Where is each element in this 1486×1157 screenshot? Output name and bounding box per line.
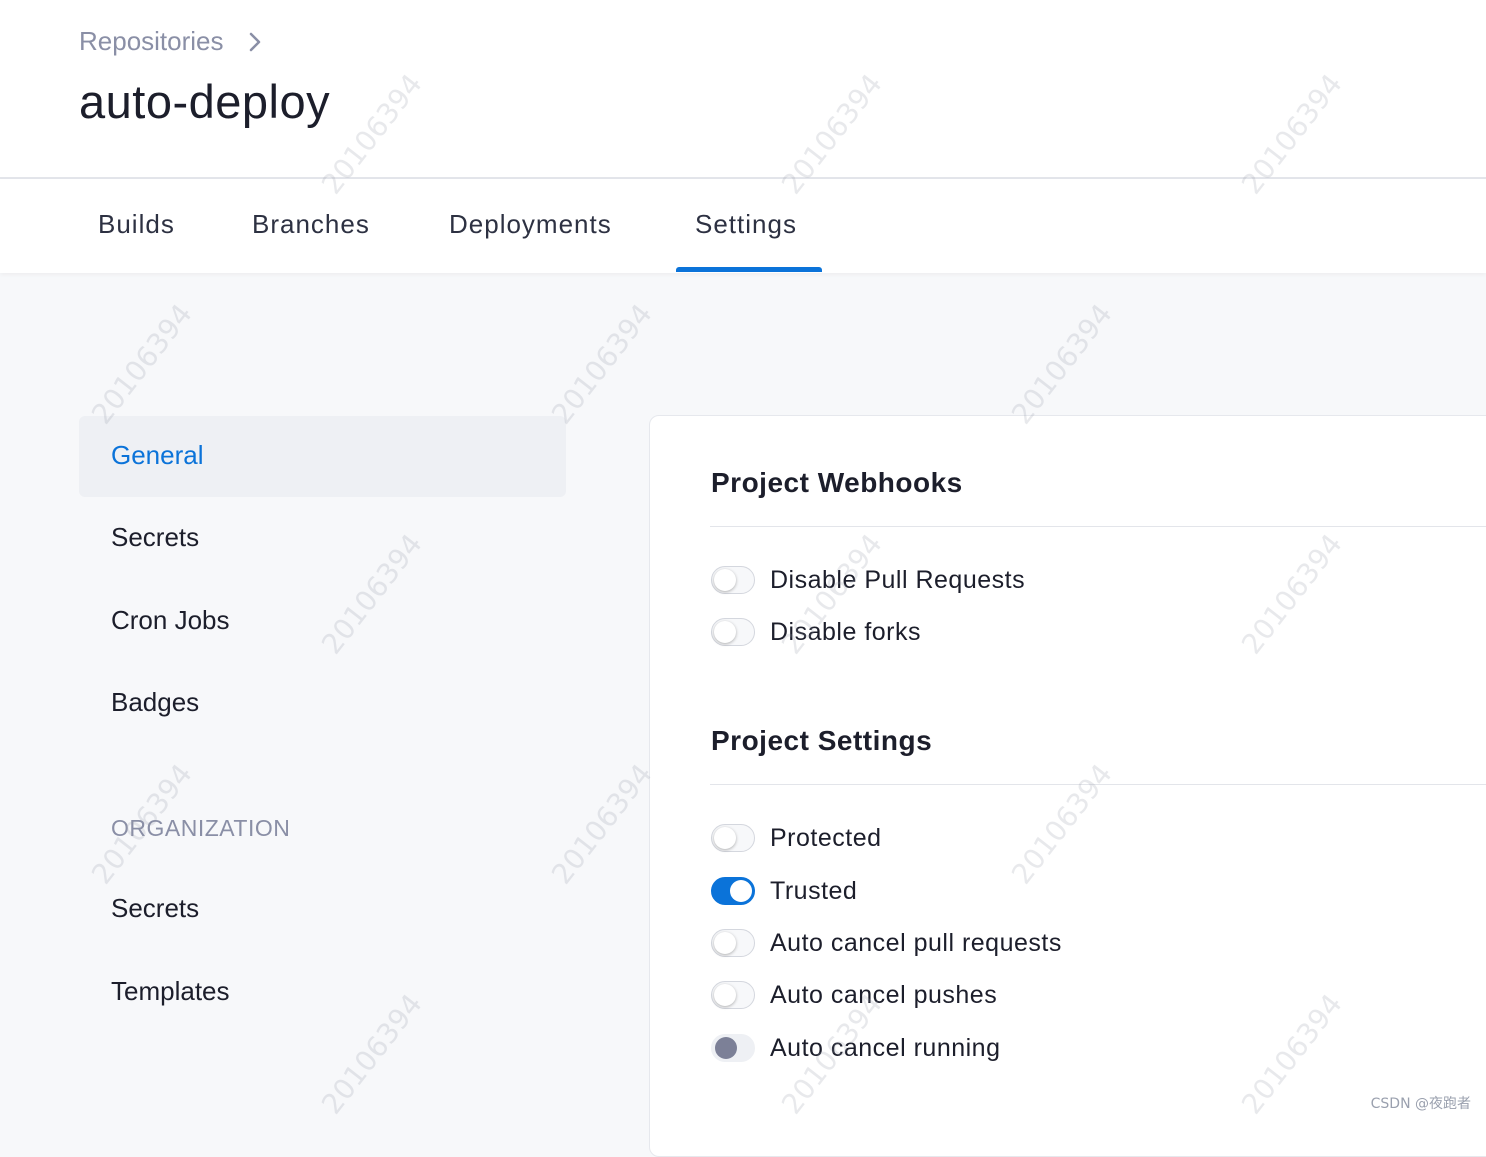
tab-builds[interactable]: Builds <box>98 209 175 240</box>
toggle-label: Trusted <box>770 876 858 905</box>
toggle-row-disable-forks: Disable forks <box>711 615 921 649</box>
toggle-row-protected: Protected <box>711 821 882 855</box>
credit-text: CSDN @夜跑者 <box>1370 1096 1471 1112</box>
trusted-toggle[interactable] <box>711 877 755 905</box>
sidebar-item-label: Secrets <box>111 893 200 923</box>
sidebar-item-org-secrets[interactable]: Secrets <box>79 869 566 950</box>
toggle-label: Auto cancel pull requests <box>770 928 1062 957</box>
toggle-row-auto-cancel-pull-requests: Auto cancel pull requests <box>711 926 1062 960</box>
disable-forks-toggle[interactable] <box>711 618 755 646</box>
tab-settings[interactable]: Settings <box>695 209 797 240</box>
sidebar-item-label: Cron Jobs <box>111 605 230 635</box>
divider <box>710 526 1486 527</box>
sidebar-item-general[interactable]: General <box>79 416 566 497</box>
sidebar-item-templates[interactable]: Templates <box>79 952 566 1033</box>
sidebar-item-label: Badges <box>111 687 200 717</box>
sidebar-item-label: Secrets <box>111 522 200 552</box>
protected-toggle[interactable] <box>711 824 755 852</box>
toggle-label: Protected <box>770 823 882 852</box>
repo-header: Repositories auto-deploy <box>0 0 1486 179</box>
auto-cancel-running-toggle[interactable] <box>711 1034 755 1062</box>
breadcrumb-repositories-link[interactable]: Repositories <box>79 26 224 57</box>
sidebar-section-organization: ORGANIZATION <box>111 815 291 841</box>
toggle-label: Disable Pull Requests <box>770 565 1026 594</box>
toggle-row-trusted: Trusted <box>711 874 857 908</box>
auto-cancel-pushes-toggle[interactable] <box>711 981 755 1009</box>
project-settings-title: Project Settings <box>711 725 933 756</box>
toggle-knob <box>714 827 736 849</box>
auto-cancel-pull-requests-toggle[interactable] <box>711 929 755 957</box>
toggle-label: Auto cancel running <box>770 1033 1001 1062</box>
tab-deployments[interactable]: Deployments <box>449 209 612 240</box>
toggle-knob <box>714 984 736 1006</box>
sidebar-item-label: General <box>111 440 204 470</box>
sidebar-item-cron-jobs[interactable]: Cron Jobs <box>79 581 566 662</box>
active-tab-indicator <box>676 267 822 272</box>
toggle-row-disable-pull-requests: Disable Pull Requests <box>711 563 1025 597</box>
toggle-knob <box>730 880 752 902</box>
chevron-right-icon <box>249 32 260 51</box>
settings-card: Project Webhooks Disable Pull Requests D… <box>649 415 1486 1157</box>
toggle-row-auto-cancel-running: Auto cancel running <box>711 1031 1000 1065</box>
page-title: auto-deploy <box>79 75 331 128</box>
sidebar-item-secrets[interactable]: Secrets <box>79 498 566 579</box>
tab-branches[interactable]: Branches <box>252 209 370 240</box>
breadcrumb: Repositories <box>79 26 262 57</box>
disable-pull-requests-toggle[interactable] <box>711 566 755 594</box>
toggle-row-auto-cancel-pushes: Auto cancel pushes <box>711 978 997 1012</box>
watermark: 20106394 <box>1005 297 1119 431</box>
sidebar-item-badges[interactable]: Badges <box>79 663 566 744</box>
watermark: 20106394 <box>85 297 199 431</box>
toggle-knob <box>714 932 736 954</box>
divider <box>710 784 1486 785</box>
watermark: 20106394 <box>545 297 659 431</box>
toggle-knob <box>714 569 736 591</box>
webhooks-title: Project Webhooks <box>711 467 963 498</box>
toggle-label: Disable forks <box>770 617 921 646</box>
toggle-label: Auto cancel pushes <box>770 980 998 1009</box>
toggle-knob <box>714 621 736 643</box>
toggle-knob <box>715 1037 737 1059</box>
sidebar-item-label: Templates <box>111 976 230 1006</box>
tab-bar: Builds Branches Deployments Settings <box>0 179 1486 273</box>
